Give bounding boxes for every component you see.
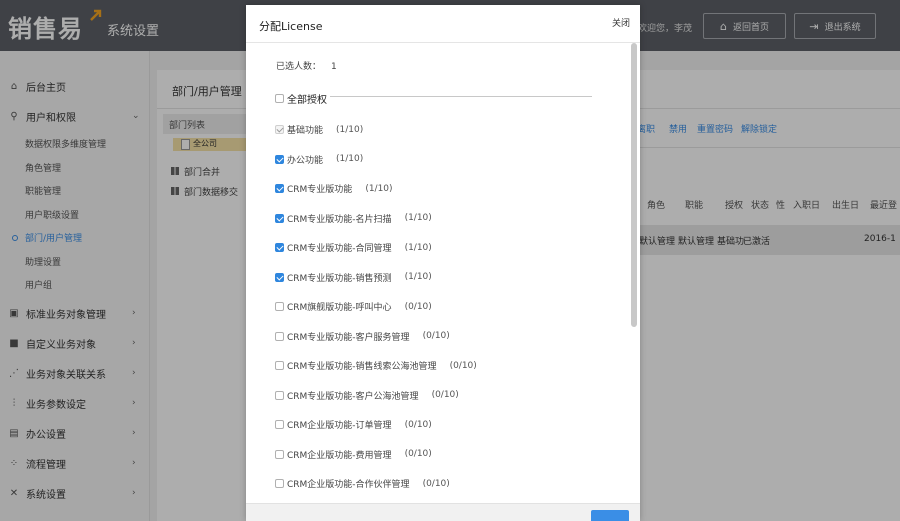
license-count: (0/10) (422, 331, 450, 341)
license-name: CRM专业版功能-合同管理 (287, 244, 392, 254)
checkbox-checked-icon[interactable] (275, 154, 284, 164)
license-name: CRM专业版功能-销售线索公海池管理 (287, 362, 437, 372)
license-name: CRM专业版功能-名片扫描 (287, 214, 392, 225)
checkbox-checked-icon[interactable] (275, 184, 284, 193)
checkbox-icon[interactable] (275, 361, 284, 370)
checkbox-checked-icon[interactable] (275, 213, 284, 223)
license-name: 基础功能 (287, 126, 324, 136)
license-option[interactable]: 办公功能 (1/10) (275, 153, 363, 166)
license-option[interactable]: CRM企业版功能-费用管理 (0/10) (275, 448, 432, 461)
license-option[interactable]: CRM旗舰版功能-呼叫中心 (0/10) (275, 300, 432, 313)
select-all-checkbox[interactable]: 全部授权 (275, 91, 327, 106)
checkbox-icon[interactable] (275, 302, 284, 311)
license-option[interactable]: CRM企业版功能-合作伙伴管理 (0/10) (275, 477, 450, 490)
license-option[interactable]: CRM专业版功能-合同管理 (1/10) (275, 241, 432, 254)
license-count: (0/10) (449, 360, 477, 371)
license-name: CRM企业版功能-订单管理 (287, 421, 392, 431)
license-count: (0/10) (422, 478, 450, 489)
dialog-title: 分配License (259, 20, 323, 33)
checkbox-checked-icon[interactable] (275, 272, 284, 282)
checkbox-icon[interactable] (275, 420, 284, 429)
checkbox-icon (275, 94, 284, 103)
scrollbar-thumb[interactable] (631, 43, 637, 327)
select-all-label: 全部授权 (287, 95, 327, 106)
license-option[interactable]: CRM专业版功能 (1/10) (275, 182, 393, 195)
license-count: (0/10) (404, 419, 432, 430)
selected-count-label: 已选人数： (276, 62, 322, 72)
checkbox-icon[interactable] (275, 331, 284, 341)
license-name: CRM专业版功能-客户公海池管理 (287, 391, 419, 402)
license-option[interactable]: CRM专业版功能-客户公海池管理 (0/10) (275, 389, 459, 402)
license-option[interactable]: CRM专业版功能-名片扫描 (1/10) (275, 212, 432, 225)
checkbox-icon[interactable] (275, 479, 284, 488)
license-count: (1/10) (336, 154, 364, 164)
checkbox-checked-icon[interactable] (275, 243, 284, 252)
divider (246, 42, 640, 43)
license-name: CRM专业版功能-销售预测 (287, 273, 392, 284)
selected-count-value: 1 (331, 62, 337, 72)
license-name: CRM企业版功能-合作伙伴管理 (287, 480, 410, 490)
assign-license-dialog: 分配License 关闭 已选人数： 1 全部授权 基础功能 (1/10) 办公功能 (… (246, 5, 640, 521)
license-count: (0/10) (404, 449, 432, 459)
checkbox-icon[interactable] (275, 449, 284, 459)
license-name: CRM专业版功能-客户服务管理 (287, 332, 410, 343)
confirm-button[interactable] (591, 510, 629, 521)
license-count: (0/10) (431, 390, 459, 400)
close-button[interactable]: 关闭 (612, 16, 630, 29)
dialog-footer (246, 503, 640, 521)
license-option: 基础功能 (1/10) (275, 123, 363, 136)
scrollbar[interactable] (631, 43, 637, 506)
license-name: CRM企业版功能-费用管理 (287, 450, 392, 461)
license-option[interactable]: CRM专业版功能-销售线索公海池管理 (0/10) (275, 359, 477, 372)
checkbox-icon[interactable] (275, 390, 284, 400)
license-name: CRM专业版功能 (287, 185, 353, 195)
license-option[interactable]: CRM企业版功能-订单管理 (0/10) (275, 418, 432, 431)
license-count: (1/10) (336, 124, 364, 135)
selected-count-row: 已选人数： 1 (276, 59, 337, 72)
license-count: (0/10) (404, 301, 432, 312)
license-option[interactable]: CRM专业版功能-销售预测 (1/10) (275, 271, 432, 284)
divider (330, 96, 592, 97)
license-count: (1/10) (365, 183, 393, 194)
license-option[interactable]: CRM专业版功能-客户服务管理 (0/10) (275, 330, 450, 343)
license-count: (1/10) (404, 213, 432, 223)
license-name: 办公功能 (287, 155, 324, 166)
license-count: (1/10) (404, 242, 432, 253)
checkbox-checked-icon (275, 125, 284, 134)
license-name: CRM旗舰版功能-呼叫中心 (287, 303, 392, 313)
license-count: (1/10) (404, 272, 432, 282)
